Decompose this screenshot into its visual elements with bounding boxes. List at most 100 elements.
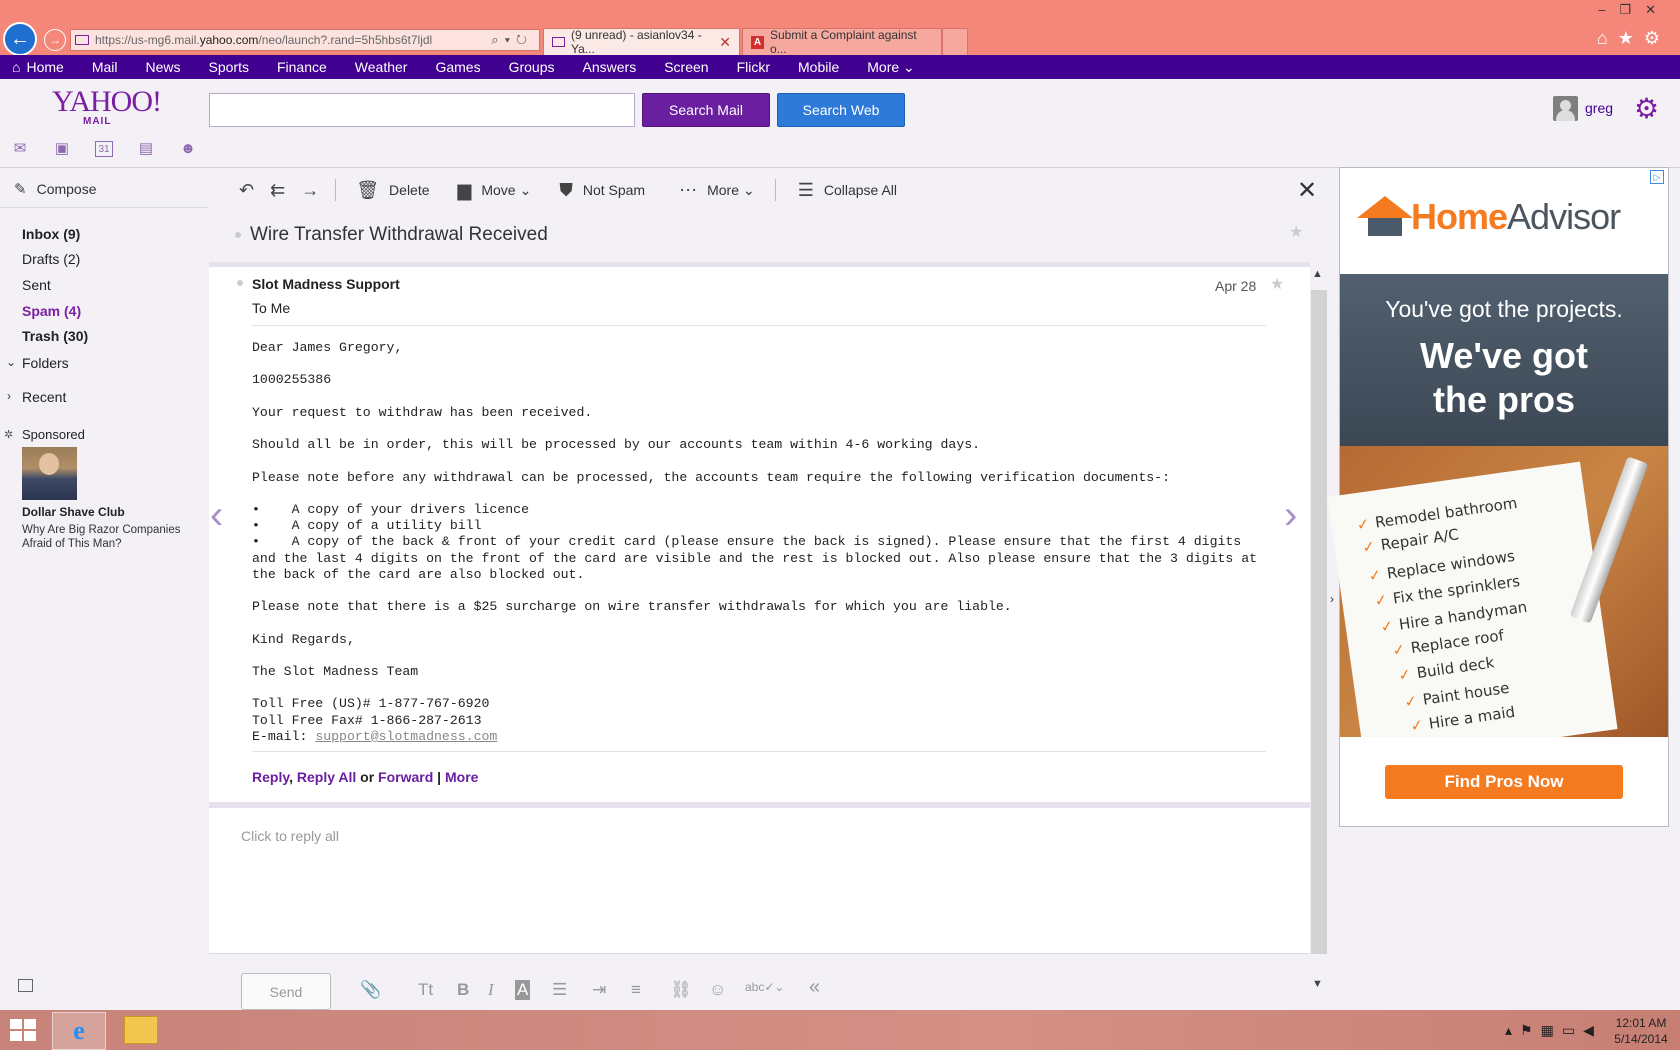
unread-dot[interactable] xyxy=(237,280,243,286)
tab-complaint[interactable]: A Submit a Complaint against o... xyxy=(742,28,942,56)
image-icon[interactable] xyxy=(18,979,33,992)
new-tab-button[interactable] xyxy=(942,28,968,55)
forward-icon[interactable]: → xyxy=(301,180,319,201)
address-bar[interactable]: https://us-mg6.mail. yahoo.com/neo/launch… xyxy=(70,29,540,51)
sidebar-item-trash[interactable]: Trash (30) xyxy=(22,328,88,344)
nav-more[interactable]: More ⌄ xyxy=(853,59,929,76)
close-icon[interactable]: ✕ xyxy=(1297,176,1317,205)
nav-mobile[interactable]: Mobile xyxy=(784,59,853,75)
delete-button[interactable]: 🗑 Delete xyxy=(356,180,429,201)
reply-link[interactable]: Reply xyxy=(252,769,289,785)
browser-tools[interactable]: ⌂★⚙ xyxy=(1597,28,1670,49)
collapse-toolbar-icon[interactable]: « xyxy=(809,976,820,999)
system-tray[interactable]: ▴⚑▦▭◀ xyxy=(1505,1022,1602,1039)
message-sender[interactable]: Slot Madness Support xyxy=(252,276,400,292)
sidebar-item-drafts[interactable]: Drafts (2) xyxy=(22,251,80,267)
align-icon[interactable]: ≡ xyxy=(631,980,641,1000)
reply-placeholder[interactable]: Click to reply all xyxy=(241,828,339,844)
nav-groups[interactable]: Groups xyxy=(495,59,569,75)
ad-choices-icon[interactable]: ▷ xyxy=(1650,170,1664,184)
star-icon[interactable]: ★ xyxy=(1289,222,1303,242)
scroll-up-icon[interactable]: ▲ xyxy=(1312,268,1323,280)
forward-button[interactable]: → xyxy=(44,29,66,51)
internet-explorer-icon[interactable]: e xyxy=(52,1012,106,1050)
gear-icon[interactable]: ⚙ xyxy=(1634,92,1659,125)
nav-answers[interactable]: Answers xyxy=(569,59,651,75)
nav-finance[interactable]: Finance xyxy=(263,59,341,75)
forward-link[interactable]: Forward xyxy=(378,769,433,785)
sidebar-item-folders[interactable]: Folders xyxy=(22,355,69,371)
back-button[interactable]: ← xyxy=(3,22,37,56)
text-size-icon[interactable]: Tt xyxy=(418,980,433,1000)
gear-icon[interactable]: ⚙ xyxy=(1644,28,1670,48)
mail-app-icon[interactable]: ✉ xyxy=(11,141,29,157)
nav-screen[interactable]: Screen xyxy=(650,59,722,75)
notepad-app-icon[interactable]: ▤ xyxy=(137,141,155,157)
scroll-down-icon[interactable]: ▼ xyxy=(1312,978,1323,990)
spellcheck-icon[interactable]: abc✓⌄ xyxy=(745,980,784,994)
avatar[interactable] xyxy=(1553,96,1578,121)
not-spam-button[interactable]: ⛊ Not Spam xyxy=(559,180,645,201)
nav-news[interactable]: News xyxy=(132,59,195,75)
move-button[interactable]: ▆ Move ⌄ xyxy=(458,180,532,201)
clock-date[interactable]: 5/14/2014 xyxy=(1611,1032,1671,1046)
italic-icon[interactable]: I xyxy=(488,980,494,1000)
close-tab-icon[interactable]: ✕ xyxy=(719,34,731,51)
search-input[interactable] xyxy=(209,93,635,127)
text-color-icon[interactable]: A xyxy=(515,980,531,1000)
tab-yahoo-mail[interactable]: (9 unread) - asianlov34 - Ya... ✕ xyxy=(543,28,740,56)
attach-icon[interactable]: 📎 xyxy=(360,980,381,1000)
ad-cta-button[interactable]: Find Pros Now xyxy=(1385,765,1623,799)
nav-weather[interactable]: Weather xyxy=(341,59,422,75)
next-message-icon[interactable]: › xyxy=(1284,493,1297,538)
unread-dot[interactable] xyxy=(235,232,241,238)
emoji-icon[interactable]: ☺ xyxy=(709,980,726,1000)
reply-all-link[interactable]: Reply All xyxy=(297,769,356,785)
scrollbar-thumb[interactable] xyxy=(1311,290,1327,954)
nav-sports[interactable]: Sports xyxy=(195,59,263,75)
yahoo-logo[interactable]: YAHOO! xyxy=(52,87,162,117)
send-button[interactable]: Send xyxy=(241,973,331,1010)
more-link[interactable]: More xyxy=(445,769,478,785)
expand-ad-icon[interactable]: › xyxy=(1330,592,1334,606)
email-link[interactable]: support@slotmadness.com xyxy=(315,729,497,744)
file-explorer-icon[interactable] xyxy=(124,1016,158,1044)
windows-start-icon[interactable] xyxy=(10,1019,38,1043)
home-icon[interactable]: ⌂ xyxy=(1597,28,1618,48)
sponsor-name[interactable]: Dollar Shave Club xyxy=(22,505,125,519)
indent-icon[interactable]: ⇥ xyxy=(592,980,606,1000)
nav-flickr[interactable]: Flickr xyxy=(723,59,784,75)
compose-button[interactable]: ✎ Compose xyxy=(14,180,97,198)
window-controls[interactable]: –❐✕ xyxy=(1598,2,1670,18)
sponsor-image[interactable] xyxy=(22,447,77,500)
nav-games[interactable]: Games xyxy=(421,59,494,75)
chevron-down-icon[interactable]: ⌄ xyxy=(6,355,16,369)
search-mail-button[interactable]: Search Mail xyxy=(642,93,770,127)
messenger-app-icon[interactable]: ☻ xyxy=(179,141,197,157)
contacts-app-icon[interactable]: ▣ xyxy=(53,141,71,157)
sponsor-text[interactable]: Why Are Big Razor Companies Afraid of Th… xyxy=(22,523,202,551)
volume-icon[interactable]: ◀ xyxy=(1583,1022,1602,1038)
nav-mail[interactable]: Mail xyxy=(78,59,132,75)
more-button[interactable]: ⋯ More ⌄ xyxy=(679,180,755,201)
previous-message-icon[interactable]: ‹ xyxy=(210,493,223,538)
sidebar-item-spam[interactable]: Spam (4) xyxy=(22,303,81,319)
bullet-list-icon[interactable]: ☰ xyxy=(552,980,567,1000)
flag-icon[interactable]: ⚑ xyxy=(1520,1022,1541,1038)
address-tools-icon[interactable]: ⌕▾↻ xyxy=(491,32,539,48)
favorites-star-icon[interactable]: ★ xyxy=(1618,28,1644,48)
sidebar-item-recent[interactable]: Recent xyxy=(22,389,66,405)
reply-icon[interactable]: ↶ xyxy=(239,180,254,201)
tray-expand-icon[interactable]: ▴ xyxy=(1505,1022,1520,1038)
reply-all-icon[interactable]: ⇇ xyxy=(270,180,285,201)
clock-time[interactable]: 12:01 AM xyxy=(1611,1016,1671,1030)
collapse-all-button[interactable]: ☰ Collapse All xyxy=(798,180,897,201)
link-icon[interactable]: ⛓ xyxy=(670,980,692,1000)
star-icon[interactable]: ★ xyxy=(1270,274,1284,294)
calendar-app-icon[interactable]: 31 xyxy=(95,141,113,157)
network-icon[interactable]: ▦ xyxy=(1541,1022,1562,1038)
nav-home[interactable]: Home xyxy=(26,59,77,75)
username[interactable]: greg xyxy=(1585,100,1613,116)
battery-icon[interactable]: ▭ xyxy=(1562,1022,1583,1038)
bold-icon[interactable]: B xyxy=(457,980,469,1000)
